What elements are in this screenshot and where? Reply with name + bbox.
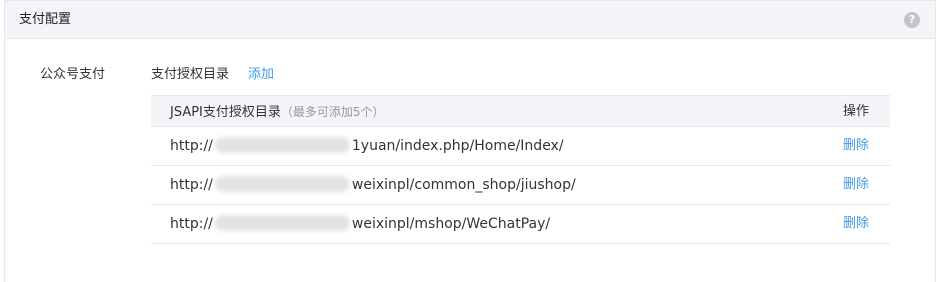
delete-link[interactable]: 删除 — [843, 176, 869, 194]
help-icon[interactable]: ? — [904, 12, 920, 28]
table-row: http:// 1yuan/index.php/Home/Index/ 删除 — [151, 127, 890, 166]
column-header-directory: JSAPI支付授权目录（最多可添加5个） — [170, 103, 385, 122]
official-account-pay-label: 公众号支付 — [40, 67, 106, 82]
delete-link[interactable]: 删除 — [843, 137, 869, 155]
redacted-domain — [214, 137, 350, 153]
header-note: （最多可添加5个） — [280, 105, 385, 119]
delete-link[interactable]: 删除 — [843, 215, 869, 233]
table-header: JSAPI支付授权目录（最多可添加5个） 操作 — [151, 95, 890, 127]
url-prefix: http:// — [170, 216, 213, 232]
url-suffix: weixinpl/common_shop/jiushop/ — [351, 177, 576, 193]
url-suffix: weixinpl/mshop/WeChatPay/ — [351, 216, 551, 232]
url-suffix: 1yuan/index.php/Home/Index/ — [351, 138, 564, 154]
auth-directory-table: JSAPI支付授权目录（最多可添加5个） 操作 http:// 1yuan/ind… — [151, 95, 890, 244]
column-header-action: 操作 — [842, 104, 869, 119]
header-directory-text: JSAPI支付授权目录 — [170, 105, 281, 120]
redacted-domain — [214, 176, 350, 192]
url-prefix: http:// — [170, 177, 213, 193]
directory-url: http:// 1yuan/index.php/Home/Index/ — [170, 137, 564, 155]
add-directory-link[interactable]: 添加 — [248, 66, 274, 84]
panel-title: 支付配置 — [19, 12, 72, 27]
panel-header: 支付配置 ? — [5, 1, 935, 39]
table-row: http:// weixinpl/common_shop/jiushop/ 删除 — [151, 166, 890, 205]
auth-directory-title: 支付授权目录 — [151, 67, 230, 82]
directory-url: http:// weixinpl/common_shop/jiushop/ — [170, 176, 576, 194]
redacted-domain — [214, 215, 350, 231]
url-prefix: http:// — [170, 138, 213, 154]
directory-url: http:// weixinpl/mshop/WeChatPay/ — [170, 215, 550, 233]
table-row: http:// weixinpl/mshop/WeChatPay/ 删除 — [151, 205, 890, 244]
